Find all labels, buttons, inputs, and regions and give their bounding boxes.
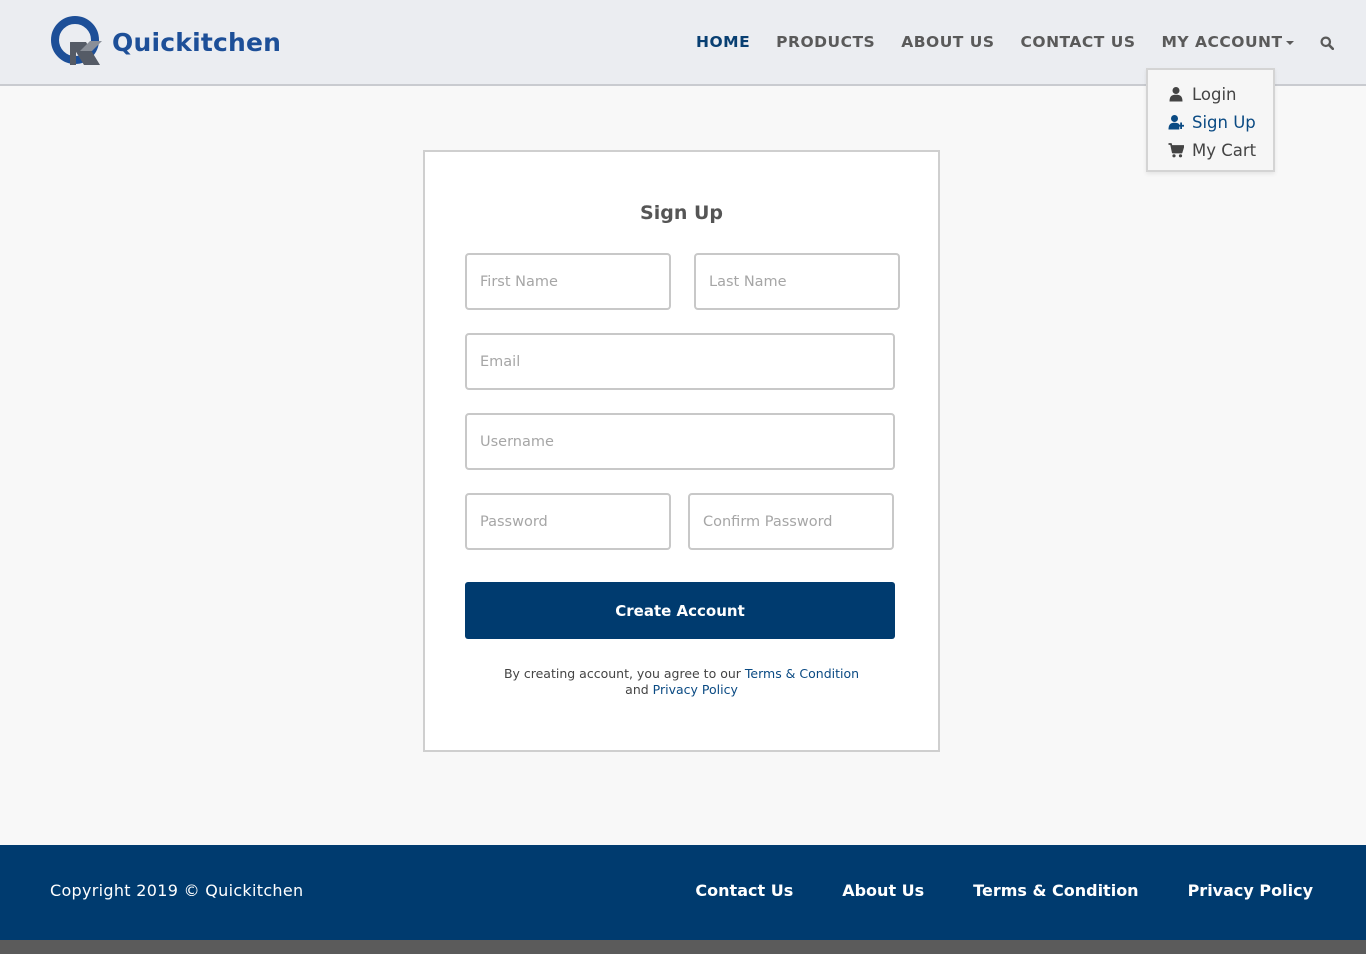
nav-products[interactable]: PRODUCTS	[776, 33, 875, 51]
menu-item-login-label: Login	[1192, 84, 1237, 104]
menu-item-sign-up[interactable]: Sign Up	[1148, 108, 1273, 136]
user-icon	[1168, 86, 1184, 102]
menu-item-my-cart-label: My Cart	[1192, 140, 1257, 160]
bottom-bar	[0, 940, 1366, 954]
menu-item-login[interactable]: Login	[1148, 80, 1273, 108]
footer-link-terms[interactable]: Terms & Condition	[973, 881, 1138, 900]
cart-icon	[1168, 142, 1185, 158]
first-name-input[interactable]	[465, 253, 671, 310]
nav-contact-us[interactable]: CONTACT US	[1021, 33, 1136, 51]
brand-logo[interactable]: Quickitchen	[50, 14, 281, 70]
footer-links: Contact Us About Us Terms & Condition Pr…	[646, 881, 1313, 900]
footer-link-privacy-policy[interactable]: Privacy Policy	[1188, 881, 1313, 900]
brand-name: Quickitchen	[112, 27, 282, 57]
footer-link-about-us[interactable]: About Us	[842, 881, 924, 900]
search-icon[interactable]	[1320, 35, 1334, 51]
site-footer: Copyright 2019 © Quickitchen Contact Us …	[0, 845, 1366, 940]
account-dropdown-menu: Login Sign Up My Cart	[1146, 68, 1275, 172]
menu-item-sign-up-label: Sign Up	[1192, 112, 1256, 132]
caret-down-icon	[1285, 41, 1294, 45]
nav-about-us[interactable]: ABOUT US	[901, 33, 994, 51]
confirm-password-input[interactable]	[688, 493, 894, 550]
menu-item-my-cart[interactable]: My Cart	[1148, 136, 1273, 164]
terms-notice: By creating account, you agree to our Te…	[425, 666, 938, 698]
nav-home[interactable]: HOME	[696, 33, 750, 51]
terms-prefix-text: By creating account, you agree to our	[503, 666, 745, 681]
username-input[interactable]	[465, 413, 895, 470]
my-account-label: MY ACCOUNT	[1161, 33, 1283, 51]
create-account-button[interactable]: Create Account	[465, 582, 895, 639]
user-plus-icon	[1168, 114, 1185, 130]
email-input[interactable]	[465, 333, 895, 390]
footer-link-contact-us[interactable]: Contact Us	[695, 881, 793, 900]
password-input[interactable]	[465, 493, 671, 550]
quickitchen-logo-icon	[50, 15, 104, 69]
copyright-text: Copyright 2019 © Quickitchen	[50, 881, 304, 900]
terms-and-text: and	[625, 682, 653, 697]
nav-my-account[interactable]: MY ACCOUNT	[1162, 33, 1294, 51]
main-nav: HOME PRODUCTS ABOUT US CONTACT US MY ACC…	[696, 33, 1334, 51]
privacy-policy-link[interactable]: Privacy Policy	[653, 682, 738, 697]
signup-title: Sign Up	[640, 202, 723, 224]
last-name-input[interactable]	[694, 253, 900, 310]
terms-link[interactable]: Terms & Condition	[745, 666, 859, 681]
signup-card: Sign Up Create Account By creating accou…	[423, 150, 940, 752]
